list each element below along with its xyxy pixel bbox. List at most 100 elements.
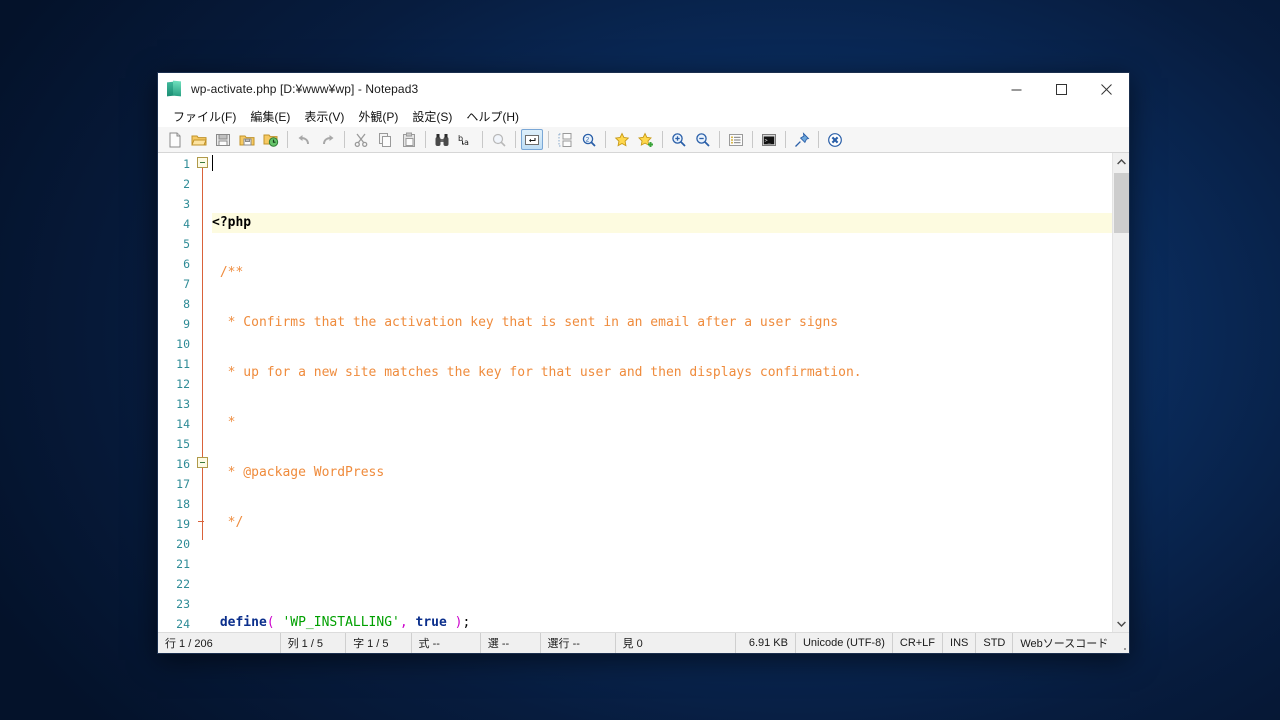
- copy-icon[interactable]: [374, 129, 396, 150]
- status-bar: 行 1 / 206 列 1 / 5 字 1 / 5 式 -- 選 -- 選行 -…: [158, 632, 1129, 653]
- cut-scissors-icon[interactable]: [350, 129, 372, 150]
- menu-appearance[interactable]: 外観(P): [351, 106, 405, 127]
- open-folder-icon[interactable]: [188, 129, 210, 150]
- scroll-down-arrow-icon[interactable]: [1113, 615, 1129, 632]
- maximize-button[interactable]: [1039, 73, 1084, 105]
- status-mode[interactable]: STD: [976, 633, 1014, 653]
- menu-settings[interactable]: 設定(S): [405, 106, 459, 127]
- line-number: 13: [176, 397, 190, 411]
- menu-edit[interactable]: 編集(E): [243, 106, 297, 127]
- line-number: 6: [183, 257, 190, 271]
- scheme-list-icon[interactable]: [725, 129, 747, 150]
- code-line: define( 'WP_INSTALLING', true );: [219, 615, 471, 630]
- notepad3-window: wp-activate.php [D:¥www¥wp] - Notepad3 フ…: [157, 72, 1130, 654]
- status-insert-mode[interactable]: INS: [943, 633, 977, 653]
- vertical-scrollbar[interactable]: [1112, 153, 1129, 632]
- code-line: */: [227, 515, 244, 530]
- code-line: <?php: [212, 213, 1129, 233]
- line-number: 17: [176, 477, 190, 491]
- svg-text:2: 2: [586, 136, 590, 143]
- status-selected-lines[interactable]: 選行 --: [541, 633, 616, 653]
- status-eol[interactable]: CR+LF: [893, 633, 944, 653]
- save-as-icon[interactable]: [236, 129, 258, 150]
- redo-arrow-icon[interactable]: [317, 129, 339, 150]
- line-number: 7: [183, 277, 190, 291]
- toolbar-separator: [482, 131, 483, 148]
- line-number: 15: [176, 437, 190, 451]
- fold-toggle-icon[interactable]: [197, 457, 208, 468]
- line-number-gutter: 1 2 3 4 5 6 7 8 9 10 11 12 13 14 15 16 1…: [158, 153, 196, 632]
- menu-help[interactable]: ヘルプ(H): [459, 106, 526, 127]
- line-number: 24: [176, 617, 190, 631]
- line-number: 22: [176, 577, 190, 591]
- paste-clipboard-icon[interactable]: [398, 129, 420, 150]
- zoom-out-icon[interactable]: [692, 129, 714, 150]
- line-number: 9: [183, 317, 190, 331]
- status-column[interactable]: 列 1 / 5: [281, 633, 347, 653]
- zoom-page-icon[interactable]: [488, 129, 510, 150]
- status-encoding[interactable]: Unicode (UTF-8): [796, 633, 893, 653]
- code-line: *: [227, 415, 236, 430]
- add-bookmark-star-icon[interactable]: [635, 129, 657, 150]
- scroll-up-arrow-icon[interactable]: [1113, 153, 1129, 170]
- code-line: /**: [219, 265, 244, 280]
- status-filesize[interactable]: 6.91 KB: [736, 633, 796, 653]
- close-button[interactable]: [1084, 73, 1129, 105]
- toolbar-separator: [425, 131, 426, 148]
- line-number: 21: [176, 557, 190, 571]
- word-wrap-icon[interactable]: [554, 129, 576, 150]
- zoom-in-icon[interactable]: [668, 129, 690, 150]
- line-number: 10: [176, 337, 190, 351]
- toolbar-separator: [785, 131, 786, 148]
- line-number: 11: [176, 357, 190, 371]
- bookmark-star-icon[interactable]: [611, 129, 633, 150]
- code-text[interactable]: <?php /** * Confirms that the activation…: [210, 153, 1129, 632]
- toggle-eol-icon[interactable]: [521, 129, 543, 150]
- line-number: 4: [183, 217, 190, 231]
- window-title: wp-activate.php [D:¥www¥wp] - Notepad3: [191, 82, 419, 96]
- save-icon[interactable]: [212, 129, 234, 150]
- status-expression[interactable]: 式 --: [412, 633, 481, 653]
- line-number: 8: [183, 297, 190, 311]
- fold-margin[interactable]: [196, 153, 210, 632]
- line-number: 20: [176, 537, 190, 551]
- code-line: * Confirms that the activation key that …: [227, 315, 839, 330]
- fold-toggle-icon[interactable]: [197, 157, 208, 168]
- status-scheme[interactable]: Webソースコード: [1013, 633, 1115, 653]
- find-binoculars-icon[interactable]: [431, 129, 453, 150]
- toolbar: ba 2 >_: [158, 127, 1129, 153]
- svg-text:a: a: [464, 138, 469, 147]
- title-bar[interactable]: wp-activate.php [D:¥www¥wp] - Notepad3: [158, 73, 1129, 105]
- status-line[interactable]: 行 1 / 206: [158, 633, 281, 653]
- always-on-top-pin-icon[interactable]: [791, 129, 813, 150]
- status-character[interactable]: 字 1 / 5: [346, 633, 412, 653]
- minimize-button[interactable]: [994, 73, 1039, 105]
- find-in-selection-icon[interactable]: 2: [578, 129, 600, 150]
- line-number: 18: [176, 497, 190, 511]
- line-number: 2: [183, 177, 190, 191]
- notepad3-book-icon: [167, 80, 183, 97]
- line-number: 1: [183, 157, 190, 171]
- menu-view[interactable]: 表示(V): [297, 106, 351, 127]
- line-number: 19: [176, 517, 190, 531]
- code-line: * up for a new site matches the key for …: [227, 365, 862, 380]
- line-number: 3: [183, 197, 190, 211]
- resize-grip-icon[interactable]: [1115, 633, 1129, 653]
- exit-cancel-icon[interactable]: [824, 129, 846, 150]
- undo-arrow-icon[interactable]: [293, 129, 315, 150]
- recent-files-clock-icon[interactable]: [260, 129, 282, 150]
- replace-ba-icon[interactable]: ba: [455, 129, 477, 150]
- scrollbar-thumb[interactable]: [1114, 173, 1129, 233]
- new-file-icon[interactable]: [164, 129, 186, 150]
- text-caret: [212, 155, 213, 171]
- console-window-icon[interactable]: >_: [758, 129, 780, 150]
- editor-area[interactable]: 1 2 3 4 5 6 7 8 9 10 11 12 13 14 15 16 1…: [158, 153, 1129, 632]
- line-number: 12: [176, 377, 190, 391]
- toolbar-separator: [548, 131, 549, 148]
- menu-file[interactable]: ファイル(F): [166, 106, 243, 127]
- status-occurrences[interactable]: 見 0: [616, 633, 737, 653]
- line-number: 23: [176, 597, 190, 611]
- status-selection[interactable]: 選 --: [481, 633, 541, 653]
- toolbar-separator: [752, 131, 753, 148]
